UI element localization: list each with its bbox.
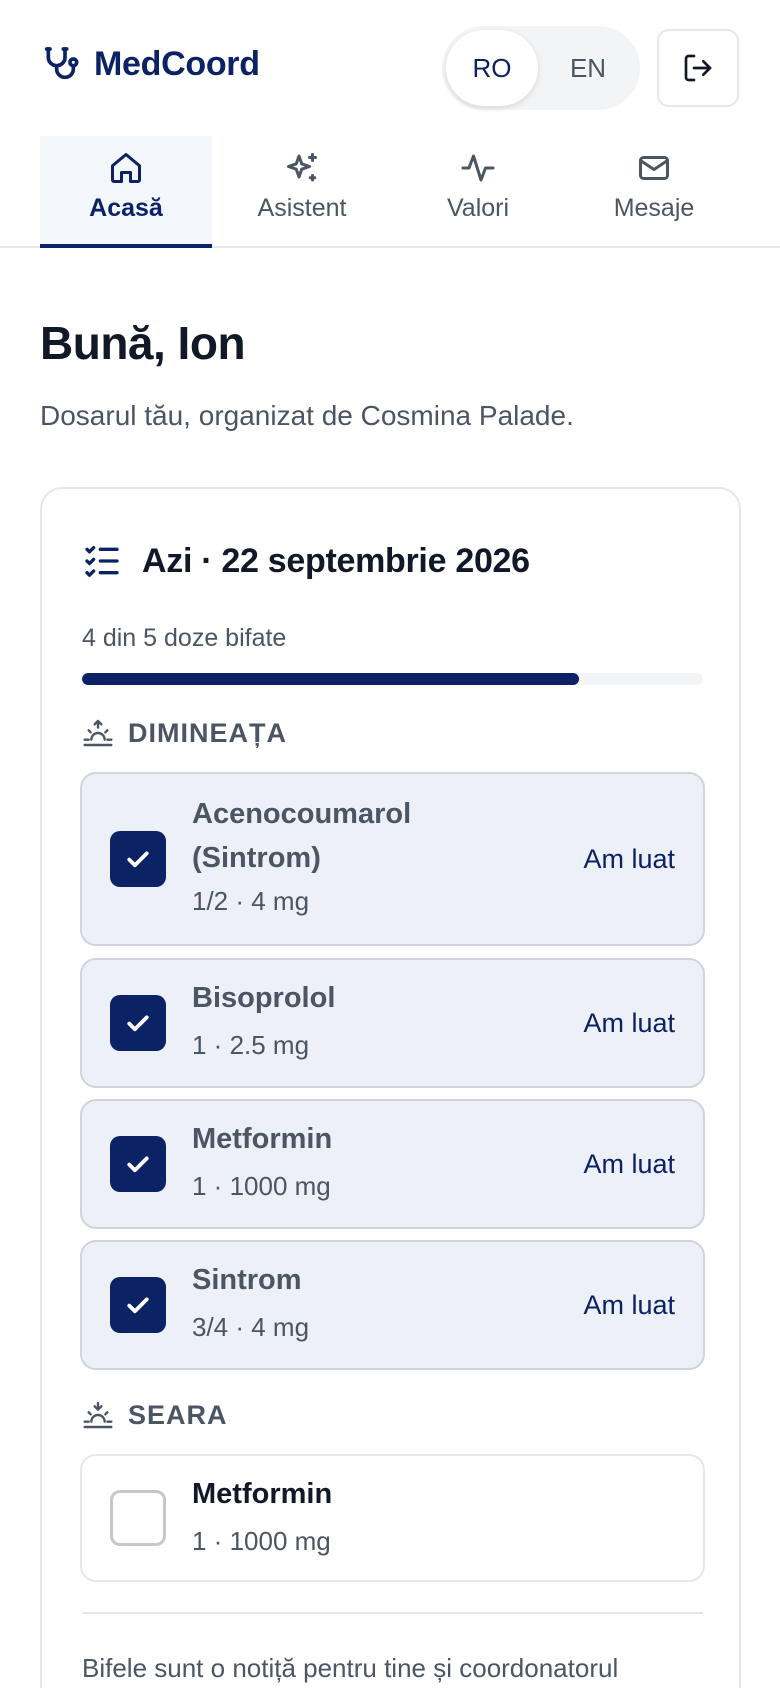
- card-title: Azi · 22 septembrie 2026: [142, 541, 530, 580]
- card-header: Azi · 22 septembrie 2026: [82, 541, 530, 581]
- logout-icon: [684, 54, 712, 82]
- tab-assistant[interactable]: Asistent: [216, 136, 388, 248]
- language-toggle: RO EN: [442, 26, 640, 110]
- page: MedCoord RO EN Acasă Asistent Valori Mes…: [0, 0, 780, 1688]
- dose-checkbox[interactable]: [110, 831, 166, 887]
- mail-icon: [639, 156, 669, 180]
- brand-name: MedCoord: [94, 44, 260, 83]
- dose-item[interactable]: Sintrom 3/4 · 4 mg Am luat: [80, 1240, 705, 1370]
- section-morning-label: DIMINEAȚA: [128, 717, 287, 748]
- card-divider: [82, 1612, 703, 1614]
- card-footnote: Bifele sunt o notiță pentru tine și coor…: [82, 1653, 619, 1683]
- dose-name: Metformin: [192, 1478, 333, 1510]
- dose-checkbox[interactable]: [110, 1136, 166, 1192]
- lang-option-en[interactable]: EN: [542, 30, 634, 106]
- dose-detail: 1 · 2.5 mg: [192, 1030, 310, 1060]
- stethoscope-icon: [44, 47, 79, 80]
- dose-checkbox[interactable]: [110, 1277, 166, 1333]
- checklist-icon: [85, 546, 119, 577]
- sunset-icon: [83, 1401, 113, 1429]
- tab-label: Mesaje: [613, 194, 695, 222]
- dose-item[interactable]: Metformin 1 · 1000 mg: [80, 1454, 705, 1582]
- section-morning: DIMINEAȚA: [82, 717, 287, 749]
- section-evening: SEARA: [82, 1399, 228, 1431]
- dose-item[interactable]: Acenocoumarol (Sintrom) 1/2 · 4 mg Am lu…: [80, 772, 705, 946]
- check-icon: [127, 1015, 149, 1032]
- check-icon: [127, 1297, 149, 1314]
- logout-button[interactable]: [657, 29, 739, 107]
- tab-messages[interactable]: Mesaje: [568, 136, 740, 248]
- dose-detail: 1 · 1000 mg: [192, 1171, 331, 1201]
- tab-label: Acasă: [89, 194, 163, 222]
- sparkles-icon: [287, 153, 317, 182]
- sunrise-icon: [83, 719, 113, 747]
- progress-fill: [82, 673, 579, 685]
- tab-values[interactable]: Valori: [392, 136, 564, 248]
- home-icon: [111, 153, 141, 183]
- dose-detail: 1 · 1000 mg: [192, 1526, 331, 1556]
- activity-icon: [461, 154, 495, 182]
- dose-name: Bisoprolol: [192, 982, 336, 1014]
- dose-name: Acenocoumarol (Sintrom): [192, 798, 412, 874]
- section-evening-label: SEARA: [128, 1399, 228, 1430]
- dose-checkbox[interactable]: [110, 995, 166, 1051]
- progress-text: 4 din 5 doze bifate: [82, 624, 287, 652]
- dose-name: Sintrom: [192, 1264, 302, 1296]
- dose-status: Am luat: [583, 844, 675, 874]
- tab-label: Asistent: [257, 194, 347, 222]
- dose-status: Am luat: [583, 1008, 675, 1038]
- app-header: MedCoord RO EN: [0, 0, 780, 136]
- lang-option-ro[interactable]: RO: [446, 30, 538, 106]
- check-icon: [127, 851, 149, 868]
- dose-checkbox[interactable]: [110, 1490, 166, 1546]
- tab-label: Valori: [446, 194, 510, 222]
- page-title: Bună, Ion: [40, 317, 246, 369]
- dose-status: Am luat: [583, 1149, 675, 1179]
- tab-home[interactable]: Acasă: [40, 136, 212, 248]
- dose-detail: 1/2 · 4 mg: [192, 886, 310, 916]
- dose-item[interactable]: Metformin 1 · 1000 mg Am luat: [80, 1099, 705, 1229]
- today-card: Azi · 22 septembrie 2026 4 din 5 doze bi…: [40, 487, 741, 1688]
- dose-status: Am luat: [583, 1290, 675, 1320]
- main-tabs: Acasă Asistent Valori Mesaje: [0, 136, 780, 248]
- dose-item[interactable]: Bisoprolol 1 · 2.5 mg Am luat: [80, 958, 705, 1088]
- page-subtitle: Dosarul tău, organizat de Cosmina Palade…: [40, 400, 574, 431]
- brand-logo[interactable]: MedCoord: [40, 44, 260, 84]
- check-icon: [127, 1156, 149, 1173]
- dose-detail: 3/4 · 4 mg: [192, 1312, 310, 1342]
- progress-bar: [82, 673, 703, 685]
- dose-name: Metformin: [192, 1123, 333, 1155]
